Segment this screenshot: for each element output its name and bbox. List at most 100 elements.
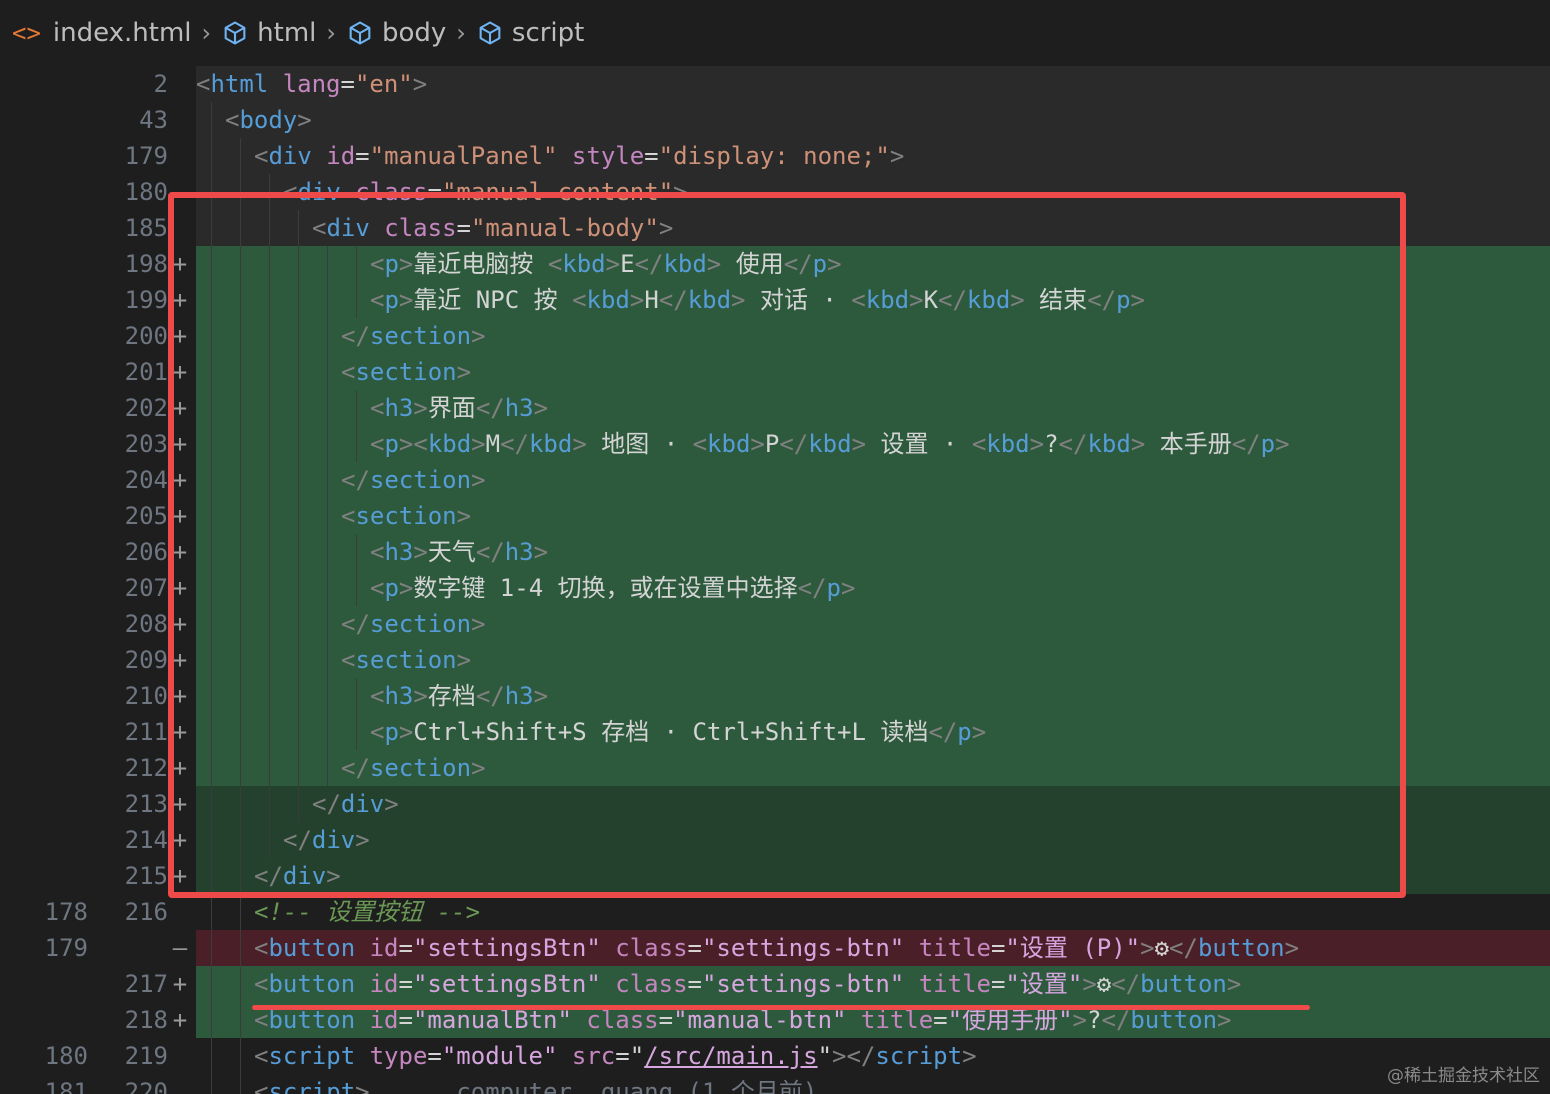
indent-guide — [269, 570, 270, 606]
code-line[interactable]: 43 <body> — [0, 102, 1550, 138]
indent-guide — [327, 354, 328, 390]
code-line[interactable]: 212 + </section> — [0, 750, 1550, 786]
breadcrumb-item-html[interactable]: html — [221, 18, 316, 48]
new-line-number: 215 — [124, 862, 168, 890]
code-token: > — [962, 1042, 977, 1070]
indent-guide — [240, 534, 241, 570]
code-token: > — [750, 430, 765, 458]
code-token: < — [971, 430, 987, 458]
code-token: = — [355, 142, 370, 170]
code-line[interactable]: 198 + <p>靠近电脑按 <kbd>E</kbd> 使用</p> — [0, 246, 1550, 282]
code-token: p — [384, 718, 399, 746]
code-text: </div> — [312, 786, 399, 822]
code-line[interactable]: 201 + <section> — [0, 354, 1550, 390]
breadcrumb-item-body[interactable]: body — [346, 18, 446, 48]
code-line[interactable]: 208 + </section> — [0, 606, 1550, 642]
old-line-number: 179 — [44, 934, 88, 962]
code-token: section — [355, 502, 457, 530]
code-token: > — [889, 142, 905, 170]
code-text: </section> — [341, 750, 486, 786]
code-line[interactable]: 205 + <section> — [0, 498, 1550, 534]
code-token: > — [398, 286, 414, 314]
code-line[interactable]: 213 + </div> — [0, 786, 1550, 822]
code-token: h3 — [504, 538, 534, 566]
indent-guide — [240, 570, 241, 606]
code-line[interactable]: 2 <html lang="en"> — [0, 66, 1550, 102]
code-line[interactable]: 217 + <button id="settingsBtn" class="sett… — [0, 966, 1550, 1002]
indent-guide — [211, 390, 212, 426]
indent-guide — [211, 786, 212, 822]
code-token: < — [692, 430, 708, 458]
indent-guide — [298, 606, 299, 642]
code-line[interactable]: 179 <div id="manualPanel" style="display:… — [0, 138, 1550, 174]
code-line[interactable]: 215 + </div> — [0, 858, 1550, 894]
code-token: type — [369, 1042, 428, 1070]
code-line[interactable]: 181 220 <script> computer, quang (1 个月前) — [0, 1074, 1550, 1094]
new-line-number: 205 — [124, 502, 168, 530]
code-line[interactable]: 179— <button id="settingsBtn" class="sett… — [0, 930, 1550, 966]
code-token: < — [254, 970, 269, 998]
code-token: </ — [341, 610, 370, 638]
code-token: < — [254, 1042, 269, 1070]
breadcrumb-item-script[interactable]: script — [476, 18, 584, 48]
code-line[interactable]: 178 216 <!-- 设置按钮 --> — [0, 894, 1550, 930]
indent-guide — [327, 282, 328, 318]
code-token: > — [533, 682, 549, 710]
code-token: < — [370, 538, 385, 566]
code-line[interactable]: 211 + <p>Ctrl+Shift+S 存档 · Ctrl+Shift+L 读档… — [0, 714, 1550, 750]
code-line[interactable]: 199 + <p>靠近 NPC 按 <kbd>H</kbd> 对话 · <kbd>K… — [0, 282, 1550, 318]
code-token: </ — [1111, 970, 1141, 998]
code-token: button — [1130, 1006, 1218, 1034]
breadcrumb-file[interactable]: index.html — [53, 18, 192, 48]
code-line[interactable]: 210 + <h3>存档</h3> — [0, 678, 1550, 714]
code-token: < — [254, 934, 269, 962]
indent-guide — [356, 390, 357, 426]
code-line[interactable]: 180 <div class="manual-content"> — [0, 174, 1550, 210]
code-token: "设置 (P)" — [1005, 934, 1141, 962]
code-line[interactable]: 180 219 <script type="module" src="/src/ma… — [0, 1038, 1550, 1074]
indent-guide — [211, 138, 212, 174]
indent-guide — [269, 642, 270, 678]
code-token: /src/main.js — [644, 1042, 818, 1070]
indent-guide — [327, 570, 328, 606]
indent-guide — [269, 354, 270, 390]
code-line[interactable]: 204 + </section> — [0, 462, 1550, 498]
indent-guide — [240, 174, 241, 210]
code-text: <p>数字键 1-4 切换，或在设置中选择</p> — [370, 570, 855, 606]
code-line[interactable]: 202 + <h3>界面</h3> — [0, 390, 1550, 426]
code-token: < — [341, 646, 356, 674]
indent-guide — [327, 606, 328, 642]
code-line[interactable]: 206 + <h3>天气</h3> — [0, 534, 1550, 570]
code-line[interactable]: 200 + </section> — [0, 318, 1550, 354]
code-token: class — [384, 214, 457, 242]
code-token: > — [731, 286, 746, 314]
code-token: id — [369, 934, 399, 962]
code-line[interactable]: 203 + <p><kbd>M</kbd> 地图 · <kbd>P</kbd> 设置… — [0, 426, 1550, 462]
indent-guide — [298, 642, 299, 678]
indent-guide — [298, 462, 299, 498]
code-token: < — [547, 250, 563, 278]
code-token: class — [355, 178, 428, 206]
new-line-number: 213 — [124, 790, 168, 818]
indent-guide — [298, 498, 299, 534]
code-line[interactable]: 214 + </div> — [0, 822, 1550, 858]
indent-guide — [211, 858, 212, 894]
code-token: </ — [312, 790, 341, 818]
code-token: > — [1217, 1006, 1232, 1034]
code-text: <p>Ctrl+Shift+S 存档 · Ctrl+Shift+L 读档</p> — [370, 714, 986, 750]
code-token: > — [851, 430, 867, 458]
code-editor[interactable]: 2 <html lang="en"> 43 <body> 179 <div id="man… — [0, 66, 1550, 1094]
indent-guide — [211, 642, 212, 678]
indent-guide — [211, 1074, 212, 1094]
code-line[interactable]: 207 + <p>数字键 1-4 切换，或在设置中选择</p> — [0, 570, 1550, 606]
code-line[interactable]: 185 <div class="manual-body"> — [0, 210, 1550, 246]
code-token: M — [485, 430, 501, 458]
code-line[interactable]: 209 + <section> — [0, 642, 1550, 678]
code-token: 本手册 — [1145, 430, 1232, 458]
new-line-number: 208 — [124, 610, 168, 638]
code-token: > — [533, 538, 549, 566]
indent-guide — [240, 930, 241, 966]
indent-guide — [211, 462, 212, 498]
